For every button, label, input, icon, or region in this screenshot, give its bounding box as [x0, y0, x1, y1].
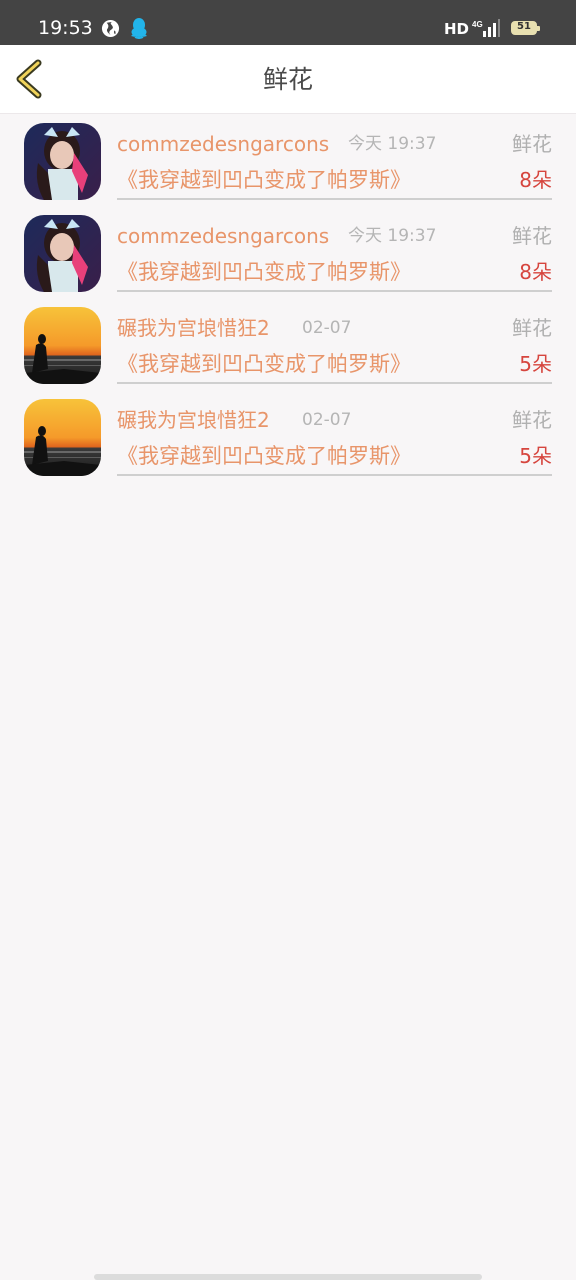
- list-item-content: commzedesngarcons 今天 19:37 鲜花 《我穿越到凹凸变成了…: [117, 114, 552, 200]
- girl-portrait-avatar[interactable]: [24, 123, 101, 200]
- book-title[interactable]: 《我穿越到凹凸变成了帕罗斯》: [117, 442, 411, 470]
- gift-count: 8朵: [519, 260, 552, 284]
- list-item[interactable]: 碾我为宫埌惜狂2 02-07 鲜花 《我穿越到凹凸变成了帕罗斯》 5朵: [0, 298, 576, 390]
- gift-type: 鲜花: [512, 224, 552, 248]
- globe-icon: [101, 19, 120, 42]
- sunset-silhouette-avatar[interactable]: [24, 399, 101, 476]
- svg-text:4G: 4G: [472, 20, 483, 29]
- gift-count: 5朵: [519, 352, 552, 376]
- sender-name[interactable]: 碾我为宫埌惜狂2: [117, 315, 270, 341]
- battery-icon: 51: [511, 21, 540, 35]
- list-item-content: 碾我为宫埌惜狂2 02-07 鲜花 《我穿越到凹凸变成了帕罗斯》 5朵: [117, 390, 552, 476]
- sender-name[interactable]: 碾我为宫埌惜狂2: [117, 407, 270, 433]
- send-time: 02-07: [302, 410, 352, 430]
- list-item[interactable]: commzedesngarcons 今天 19:37 鲜花 《我穿越到凹凸变成了…: [0, 114, 576, 206]
- network-hd-label: HD: [444, 20, 470, 38]
- send-time: 今天 19:37: [348, 226, 437, 246]
- send-time: 02-07: [302, 318, 352, 338]
- signal-icon: 4G: [472, 18, 500, 42]
- book-title[interactable]: 《我穿越到凹凸变成了帕罗斯》: [117, 258, 411, 286]
- book-title[interactable]: 《我穿越到凹凸变成了帕罗斯》: [117, 166, 411, 194]
- sender-name[interactable]: commzedesngarcons: [117, 131, 329, 157]
- gift-count: 8朵: [519, 168, 552, 192]
- qq-penguin-icon: [130, 17, 148, 43]
- nav-bar: 鲜花: [0, 45, 576, 114]
- list-item-content: commzedesngarcons 今天 19:37 鲜花 《我穿越到凹凸变成了…: [117, 206, 552, 292]
- gift-record-list: commzedesngarcons 今天 19:37 鲜花 《我穿越到凹凸变成了…: [0, 114, 576, 482]
- sunset-silhouette-avatar[interactable]: [24, 307, 101, 384]
- status-time: 19:53: [38, 17, 93, 39]
- page-title: 鲜花: [262, 65, 313, 94]
- list-item[interactable]: 碾我为宫埌惜狂2 02-07 鲜花 《我穿越到凹凸变成了帕罗斯》 5朵: [0, 390, 576, 482]
- send-time: 今天 19:37: [348, 134, 437, 154]
- sender-name[interactable]: commzedesngarcons: [117, 223, 329, 249]
- status-bar: 19:53 HD 4G 51: [0, 0, 576, 45]
- back-button[interactable]: [12, 57, 52, 101]
- battery-level: 51: [517, 21, 531, 32]
- book-title[interactable]: 《我穿越到凹凸变成了帕罗斯》: [117, 350, 411, 378]
- gift-type: 鲜花: [512, 316, 552, 340]
- gift-count: 5朵: [519, 444, 552, 468]
- chevron-left-icon: [16, 59, 42, 99]
- gift-type: 鲜花: [512, 132, 552, 156]
- home-indicator[interactable]: [94, 1274, 482, 1280]
- girl-portrait-avatar[interactable]: [24, 215, 101, 292]
- list-item[interactable]: commzedesngarcons 今天 19:37 鲜花 《我穿越到凹凸变成了…: [0, 206, 576, 298]
- gift-type: 鲜花: [512, 408, 552, 432]
- list-item-content: 碾我为宫埌惜狂2 02-07 鲜花 《我穿越到凹凸变成了帕罗斯》 5朵: [117, 298, 552, 384]
